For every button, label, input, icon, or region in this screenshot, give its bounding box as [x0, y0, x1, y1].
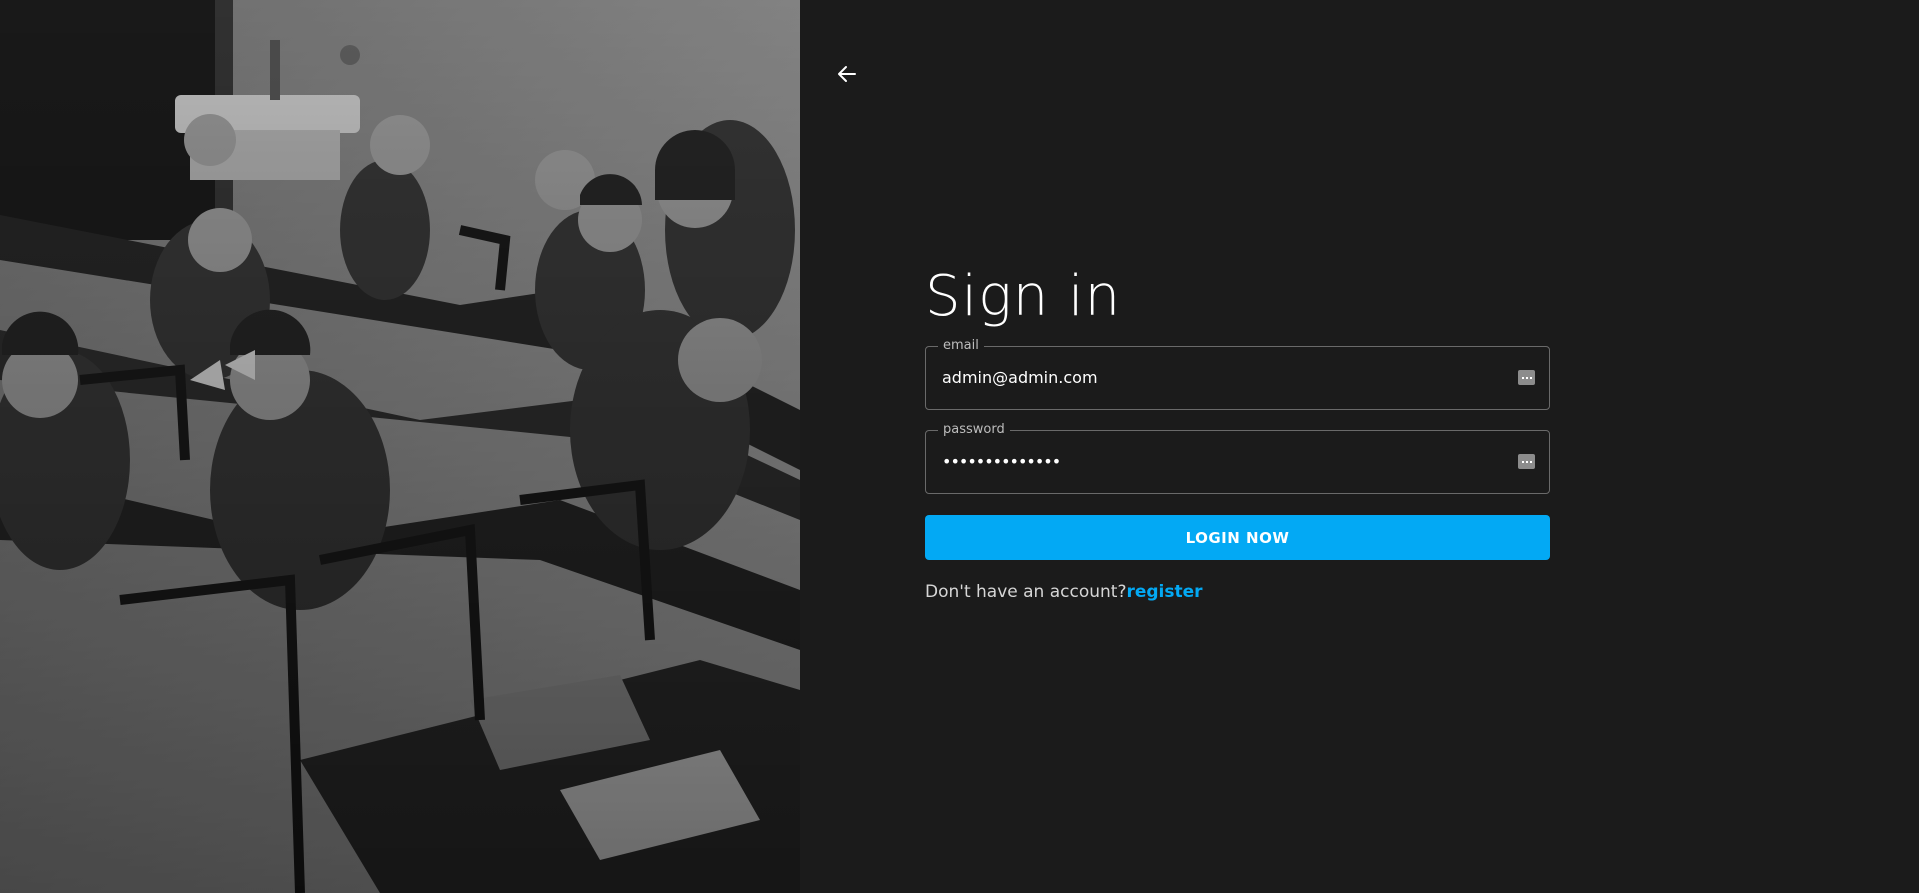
arrow-left-icon: [838, 66, 856, 82]
sign-in-page: Sign in email password LOGIN NOW Don't h…: [0, 0, 1919, 893]
page-title: Sign in: [925, 264, 1122, 329]
email-input[interactable]: [942, 347, 1503, 409]
sign-in-form: Sign in email password LOGIN NOW Don't h…: [925, 262, 1550, 602]
password-manager-key-icon[interactable]: [1518, 454, 1535, 469]
signup-prompt-text: Don't have an account?: [925, 582, 1127, 602]
email-field[interactable]: email: [925, 338, 1550, 410]
password-manager-key-icon[interactable]: [1518, 370, 1535, 385]
password-field[interactable]: password: [925, 422, 1550, 494]
signup-prompt-row: Don't have an account?register: [925, 582, 1550, 602]
classroom-photo: [0, 0, 800, 893]
register-link[interactable]: register: [1126, 582, 1202, 602]
back-button[interactable]: [832, 59, 862, 89]
login-button[interactable]: LOGIN NOW: [925, 515, 1550, 560]
password-input[interactable]: [942, 431, 1503, 493]
